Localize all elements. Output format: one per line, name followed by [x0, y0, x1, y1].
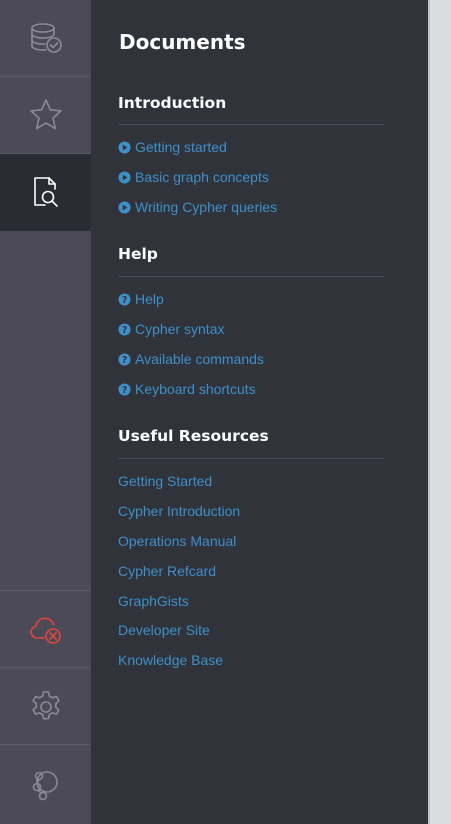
guide-link-writing-cypher-queries[interactable]: Writing Cypher queries — [118, 199, 277, 215]
section-divider — [118, 276, 384, 277]
guide-link-getting-started[interactable]: Getting started — [118, 139, 227, 155]
play-circle-icon — [118, 140, 131, 154]
documents-button[interactable] — [0, 154, 91, 231]
database-check-icon — [30, 23, 62, 53]
resource-link-graphgists[interactable]: GraphGists — [118, 593, 189, 609]
resource-link-operations-manual[interactable]: Operations Manual — [118, 533, 236, 549]
help-link-available-commands[interactable]: ? Available commands — [118, 351, 264, 367]
svg-text:?: ? — [122, 324, 127, 335]
help-link-help[interactable]: ? Help — [118, 291, 164, 307]
help-link-keyboard-shortcuts[interactable]: ? Keyboard shortcuts — [118, 381, 256, 397]
resource-link-developer-site[interactable]: Developer Site — [118, 622, 210, 638]
question-circle-icon: ? — [118, 292, 131, 305]
resource-link-cypher-introduction[interactable]: Cypher Introduction — [118, 503, 240, 519]
link-label: Help — [135, 291, 164, 307]
section-divider — [118, 124, 384, 125]
settings-button[interactable] — [0, 668, 91, 745]
connection-status-button[interactable] — [0, 591, 91, 668]
question-circle-icon: ? — [118, 382, 131, 395]
favorites-button[interactable] — [0, 77, 91, 154]
link-label: Writing Cypher queries — [135, 199, 278, 215]
drawer-title: Documents — [119, 30, 246, 54]
gear-icon — [31, 691, 60, 720]
resource-link-knowledge-base[interactable]: Knowledge Base — [118, 652, 223, 668]
svg-text:?: ? — [122, 354, 127, 365]
play-circle-icon — [118, 200, 131, 214]
play-circle-icon — [118, 170, 131, 184]
document-search-icon — [33, 177, 58, 207]
resource-link-cypher-refcard[interactable]: Cypher Refcard — [118, 563, 216, 579]
question-circle-icon: ? — [118, 352, 131, 365]
star-icon — [29, 99, 62, 130]
link-label: Available commands — [135, 351, 264, 367]
section-divider — [118, 458, 384, 459]
main-content-area — [430, 0, 451, 824]
section-heading-useful-resources: Useful Resources — [118, 427, 269, 445]
link-label: Keyboard shortcuts — [135, 381, 256, 397]
about-button[interactable] — [0, 745, 91, 822]
question-circle-icon: ? — [118, 322, 131, 335]
link-label: Basic graph concepts — [135, 169, 269, 185]
guide-link-basic-graph-concepts[interactable]: Basic graph concepts — [118, 169, 269, 185]
link-label: Cypher syntax — [135, 321, 225, 337]
neo4j-logo-icon — [32, 770, 58, 800]
cloud-disconnected-icon — [29, 617, 61, 644]
section-heading-help: Help — [118, 245, 158, 263]
sidebar-rail — [0, 0, 91, 824]
link-label: Getting started — [135, 139, 227, 155]
section-heading-introduction: Introduction — [118, 94, 227, 112]
documents-drawer: Documents Introduction Getting started B… — [91, 0, 428, 824]
resource-link-getting-started[interactable]: Getting Started — [118, 473, 212, 489]
svg-text:?: ? — [122, 384, 127, 395]
database-button[interactable] — [0, 0, 91, 77]
svg-text:?: ? — [122, 294, 127, 305]
help-link-cypher-syntax[interactable]: ? Cypher syntax — [118, 321, 224, 337]
